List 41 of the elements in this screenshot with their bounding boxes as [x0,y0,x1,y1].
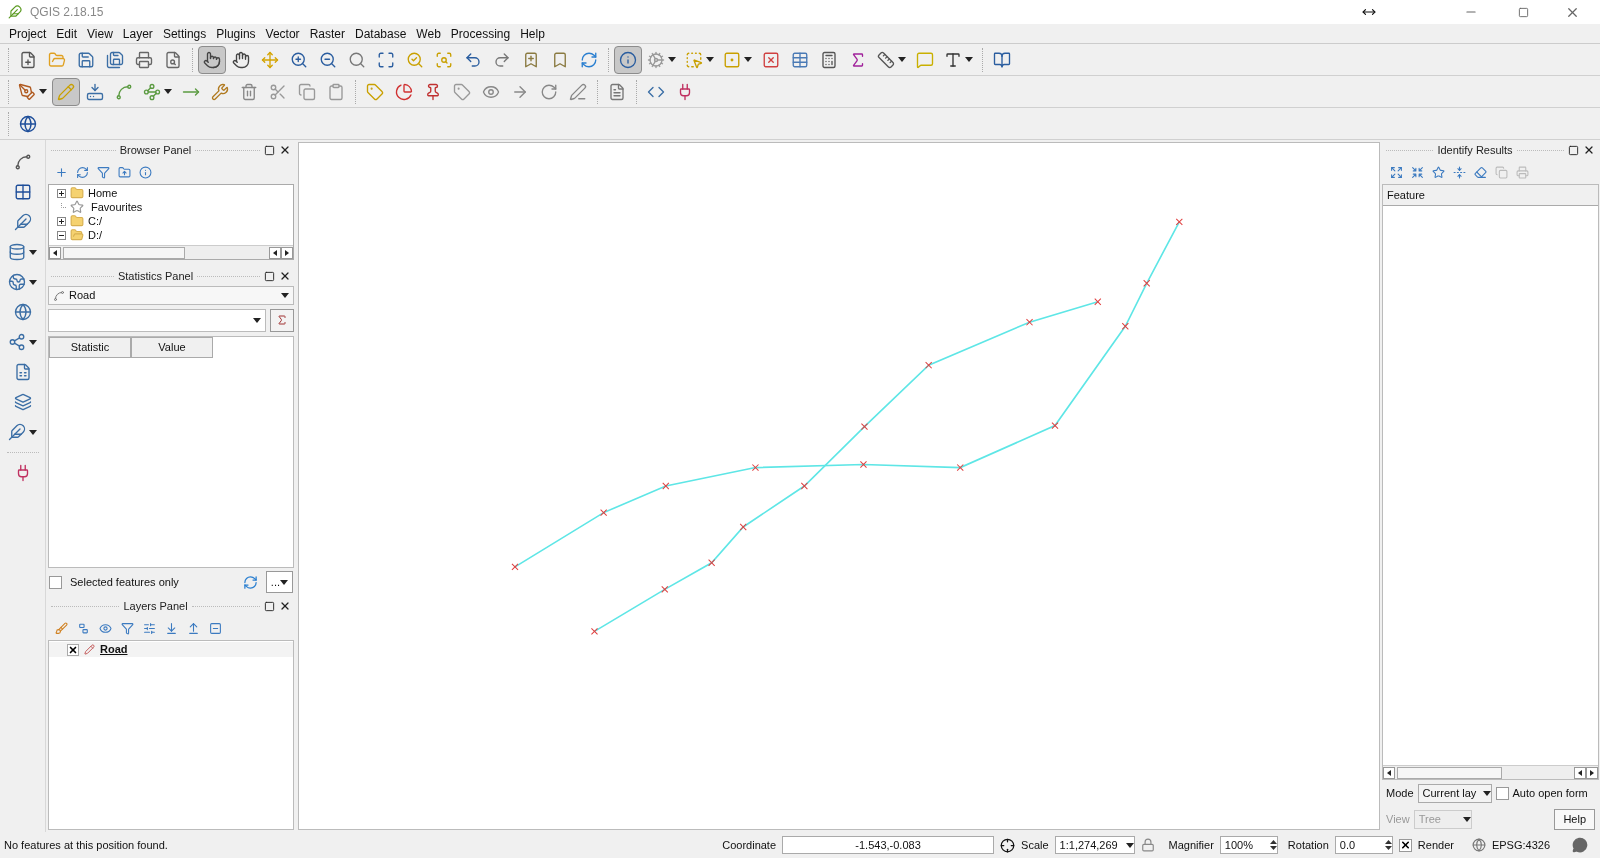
checkbox-label: Auto open form [1512,785,1588,801]
scale-label: Scale [1021,837,1049,853]
menu-item[interactable]: Web [411,24,446,43]
column-header[interactable]: Feature [1383,185,1598,206]
column-header[interactable]: Statistic [49,337,131,358]
checkbox-label: Selected features only [70,574,180,590]
help-button[interactable]: Help [1554,808,1595,830]
layer-name: Road [100,642,128,658]
view-label: View [1386,811,1410,827]
panel-title: Layers Panel [123,598,188,614]
menu-item[interactable]: Database [349,24,412,43]
menu-item[interactable]: Vector [260,24,305,43]
menu-item[interactable]: Project [4,24,52,43]
panel-title: Browser Panel [119,142,192,158]
column-header[interactable]: Value [131,337,213,358]
more-button[interactable]: ... [265,571,293,593]
menu-item[interactable]: Edit [51,24,83,43]
layer-combo[interactable]: Road [48,286,294,305]
coordinate-field[interactable]: -1.543,-0.083 [782,836,995,854]
magnifier-field[interactable]: 100% [1219,836,1278,854]
menu-item[interactable]: Help [515,24,550,43]
layer-row[interactable]: Road [49,642,293,657]
menu-item[interactable]: Raster [304,24,350,43]
scale-field[interactable]: 1:1,274,269 [1054,836,1135,854]
menu-item[interactable]: View [82,24,118,43]
crs-label[interactable]: EPSG:4326 [1491,836,1550,854]
window-title: QGIS 2.18.15 [30,4,104,21]
menu-item[interactable]: Plugins [211,24,261,43]
menu-item[interactable]: Layer [117,24,158,43]
mode-select[interactable]: Current lay [1417,783,1492,803]
mode-label: Mode [1386,785,1414,801]
menu-item[interactable]: Settings [157,24,212,43]
status-message: No features at this position found. [4,837,169,853]
render-label: Render [1417,837,1454,853]
panel-title: Statistics Panel [117,268,194,284]
rotation-field[interactable]: 0.0 [1334,836,1393,854]
menu-item[interactable]: Processing [445,24,516,43]
rotation-label: Rotation [1287,837,1329,853]
coordinate-label: Coordinate [722,837,777,853]
panel-title: Identify Results [1437,142,1513,158]
magnifier-label: Magnifier [1168,837,1214,853]
